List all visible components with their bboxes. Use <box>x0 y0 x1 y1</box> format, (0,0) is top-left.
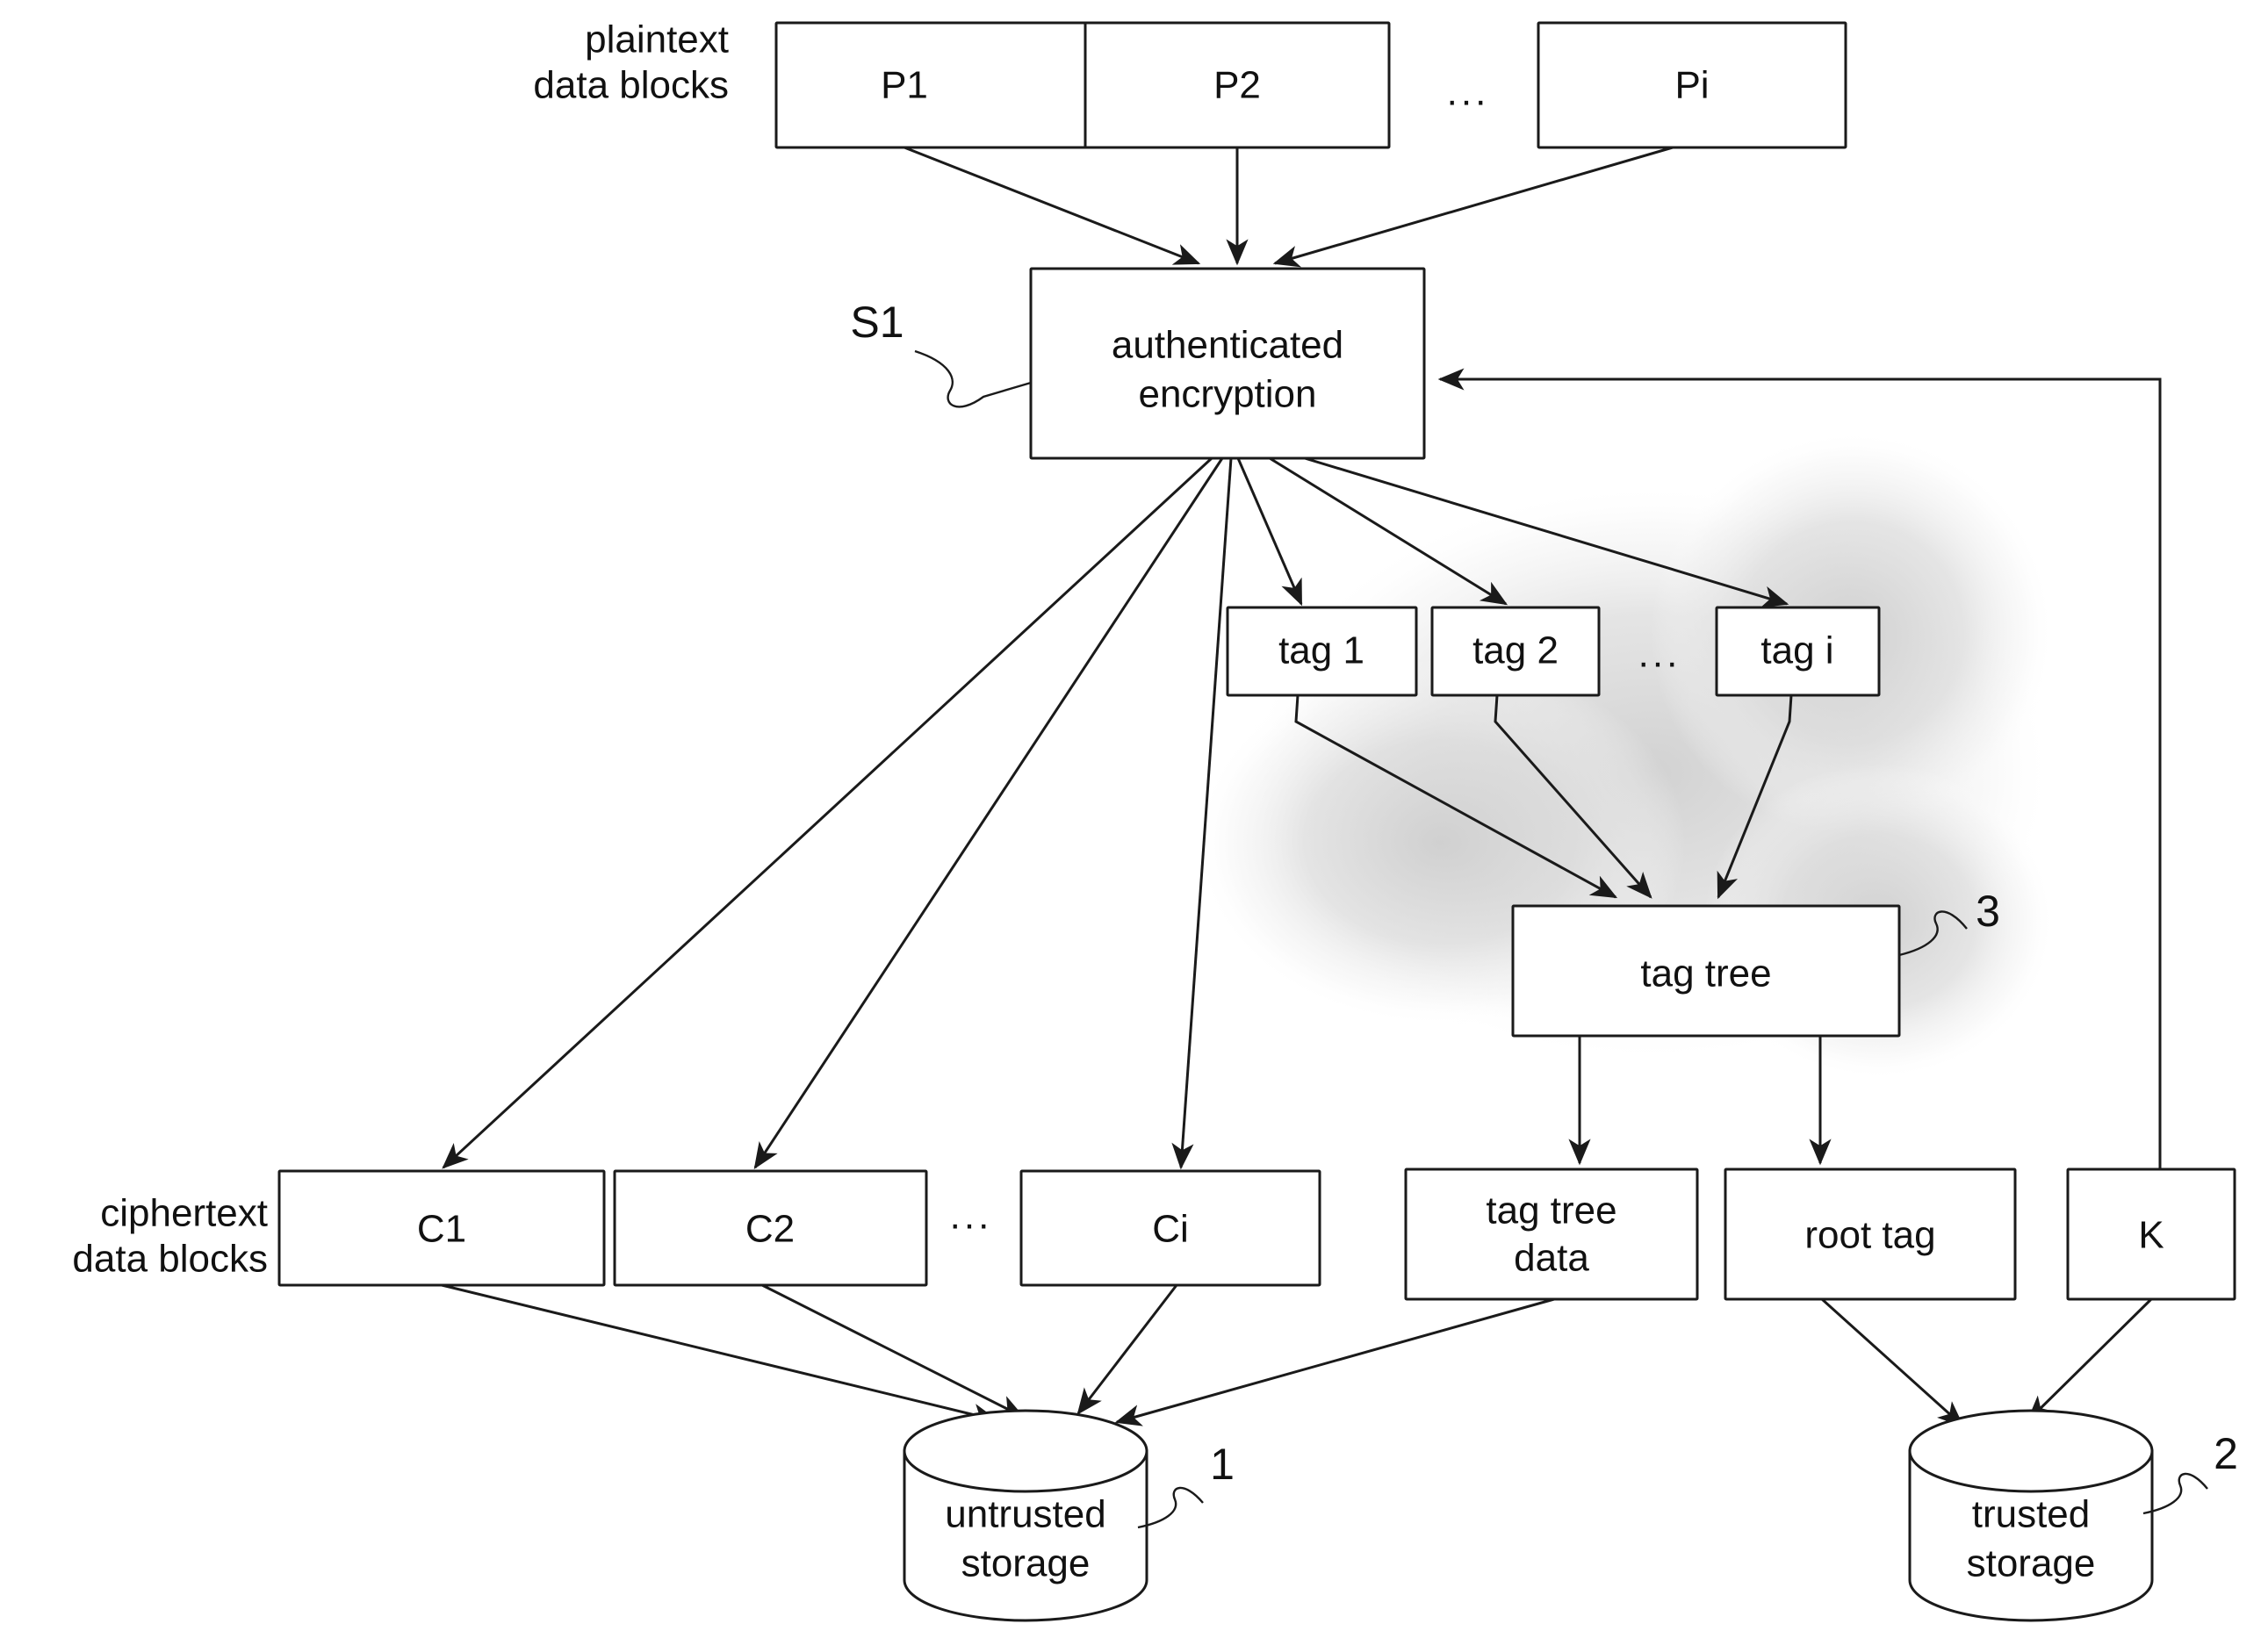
tag-tree-box[interactable]: tag tree <box>1511 904 1901 1038</box>
output-block-tagtreedata[interactable]: tag tree data <box>1404 1168 1699 1301</box>
untrusted-storage-cylinder[interactable]: untrusted storage <box>903 1409 1148 1622</box>
authenticated-encryption-label-line1: authenticated <box>1112 324 1343 367</box>
output-block-roottag-label-line1: root tag <box>1804 1214 1935 1257</box>
ciphertext-block-ci-label: Ci <box>1152 1208 1189 1251</box>
untrusted-storage-top[interactable] <box>903 1409 1148 1493</box>
trusted-storage-label-line1: trusted <box>1972 1493 2091 1536</box>
ciphertext-block-c2[interactable]: C2 <box>613 1169 928 1287</box>
edge-key-to-trusted-storage <box>2027 1297 2153 1422</box>
untrusted-storage-label-line1: untrusted <box>945 1493 1105 1536</box>
tag-block-tag2[interactable]: tag 2 <box>1430 606 1601 697</box>
tag-block-tagi[interactable]: tag i <box>1715 606 1881 697</box>
ciphertext-ellipsis: ... <box>950 1195 993 1238</box>
reference-1-label: 1 <box>1210 1440 1235 1489</box>
edge-encryption-to-tag1 <box>1236 457 1303 607</box>
edge-encryption-to-c2 <box>753 457 1224 1170</box>
authenticated-encryption-box[interactable]: authenticated encryption <box>1029 267 1426 460</box>
edge-ci-to-untrusted-storage <box>1076 1284 1178 1415</box>
output-block-key[interactable]: K <box>2066 1168 2236 1301</box>
edge-c1-to-untrusted-storage <box>441 1283 999 1426</box>
edge-c2-to-untrusted-storage <box>761 1283 1026 1419</box>
reference-2: 2 <box>2142 1429 2238 1515</box>
edge-p1-to-encryption <box>904 146 1201 265</box>
edge-pi-to-encryption <box>1272 146 1674 268</box>
ciphertext-caption: ciphertext data blocks <box>72 1192 268 1281</box>
plaintext-caption: plaintext data blocks <box>533 18 729 107</box>
reference-2-label: 2 <box>2214 1429 2238 1478</box>
plaintext-block-p2-label: P2 <box>1213 64 1261 107</box>
tag-block-tag1-label: tag 1 <box>1278 629 1364 672</box>
trusted-storage-cylinder[interactable]: trusted storage <box>1908 1409 2154 1622</box>
diagram-canvas: plaintext data blocks ciphertext data bl… <box>0 0 2268 1631</box>
reference-s1: S1 <box>850 298 1032 408</box>
tag-block-tagi-label: tag i <box>1760 629 1833 672</box>
output-block-tagtreedata-label-line1: tag tree <box>1486 1189 1616 1232</box>
reference-s1-label: S1 <box>850 298 904 347</box>
edge-tagtreedata-to-untrusted-storage <box>1114 1297 1555 1426</box>
output-block-tagtreedata-label-line2: data <box>1514 1237 1589 1280</box>
untrusted-storage-label-line2: storage <box>961 1542 1091 1585</box>
tags-ellipsis: ... <box>1638 633 1681 676</box>
trusted-storage-label-line2: storage <box>1967 1542 2096 1585</box>
tag-block-tag1[interactable]: tag 1 <box>1226 606 1418 697</box>
tag-block-tag2-label: tag 2 <box>1472 629 1559 672</box>
ciphertext-caption-line2: data blocks <box>72 1238 268 1281</box>
tag-tree-label: tag tree <box>1640 952 1771 995</box>
plaintext-caption-line1: plaintext <box>585 18 729 61</box>
flow-diagram: plaintext data blocks ciphertext data bl… <box>72 18 2238 1622</box>
ciphertext-block-c1-label: C1 <box>417 1208 466 1251</box>
ciphertext-block-ci[interactable]: Ci <box>1019 1169 1321 1287</box>
trusted-storage-top[interactable] <box>1908 1409 2154 1493</box>
plaintext-block-p2[interactable]: P2 <box>1084 21 1391 149</box>
output-block-key-label: K <box>2138 1214 2164 1257</box>
ciphertext-block-c1[interactable]: C1 <box>277 1169 606 1287</box>
plaintext-block-pi[interactable]: Pi <box>1537 21 1847 149</box>
plaintext-block-pi-label: Pi <box>1674 64 1709 107</box>
reference-1: 1 <box>1137 1440 1235 1529</box>
authenticated-encryption-label-line2: encryption <box>1138 373 1316 416</box>
ciphertext-block-c2-label: C2 <box>745 1208 795 1251</box>
reference-3-label: 3 <box>1976 887 2000 936</box>
edge-roottag-to-trusted-storage <box>1820 1297 1964 1427</box>
plaintext-block-p1-label: P1 <box>881 64 928 107</box>
plaintext-ellipsis: ... <box>1447 71 1490 114</box>
plaintext-caption-line2: data blocks <box>533 64 729 107</box>
output-block-roottag[interactable]: root tag <box>1724 1168 2017 1301</box>
edge-encryption-to-c1 <box>442 456 1213 1169</box>
ciphertext-caption-line1: ciphertext <box>100 1192 268 1235</box>
